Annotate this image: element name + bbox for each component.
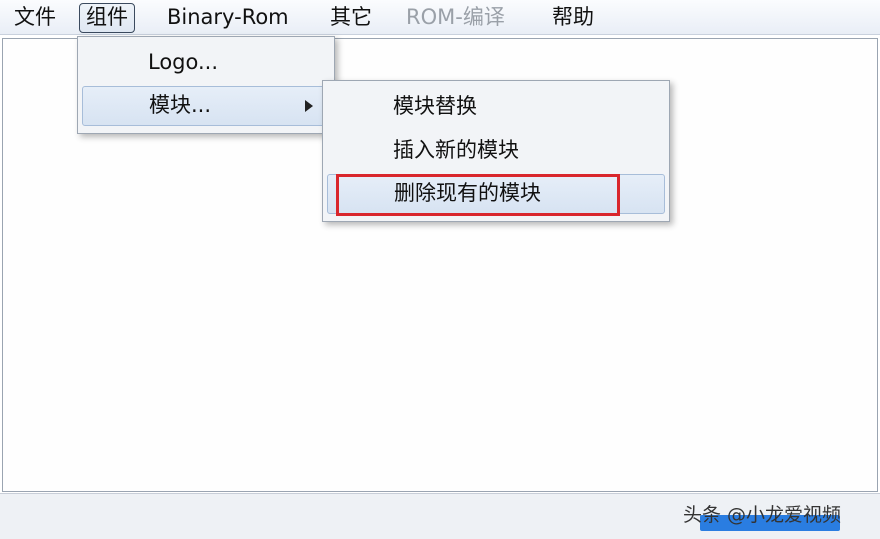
highlight-annotation	[336, 174, 620, 216]
menu-item-logo[interactable]: Logo...	[82, 43, 330, 81]
menu-item-label: 插入新的模块	[393, 138, 519, 162]
menu-rom-compile[interactable]: ROM-编译	[400, 3, 511, 31]
menu-binary-rom[interactable]: Binary-Rom	[161, 3, 295, 31]
menu-file[interactable]: 文件	[8, 3, 62, 31]
menu-item-label: Logo...	[148, 50, 219, 74]
menu-item-label: 模块...	[149, 93, 212, 117]
menu-bar: 文件 组件 Binary-Rom 其它 ROM-编译 帮助	[0, 0, 880, 35]
component-dropdown: Logo... 模块...	[77, 36, 335, 134]
menu-item-module[interactable]: 模块...	[82, 86, 330, 126]
menu-help[interactable]: 帮助	[546, 3, 600, 31]
menu-component[interactable]: 组件	[79, 3, 135, 33]
watermark: 头条 @小龙爱视频	[683, 504, 842, 526]
menu-item-replace-module[interactable]: 模块替换	[327, 87, 665, 125]
menu-item-label: 模块替换	[393, 94, 477, 118]
menu-other[interactable]: 其它	[324, 3, 378, 31]
submenu-arrow-icon	[305, 100, 313, 112]
menu-item-insert-module[interactable]: 插入新的模块	[327, 131, 665, 169]
